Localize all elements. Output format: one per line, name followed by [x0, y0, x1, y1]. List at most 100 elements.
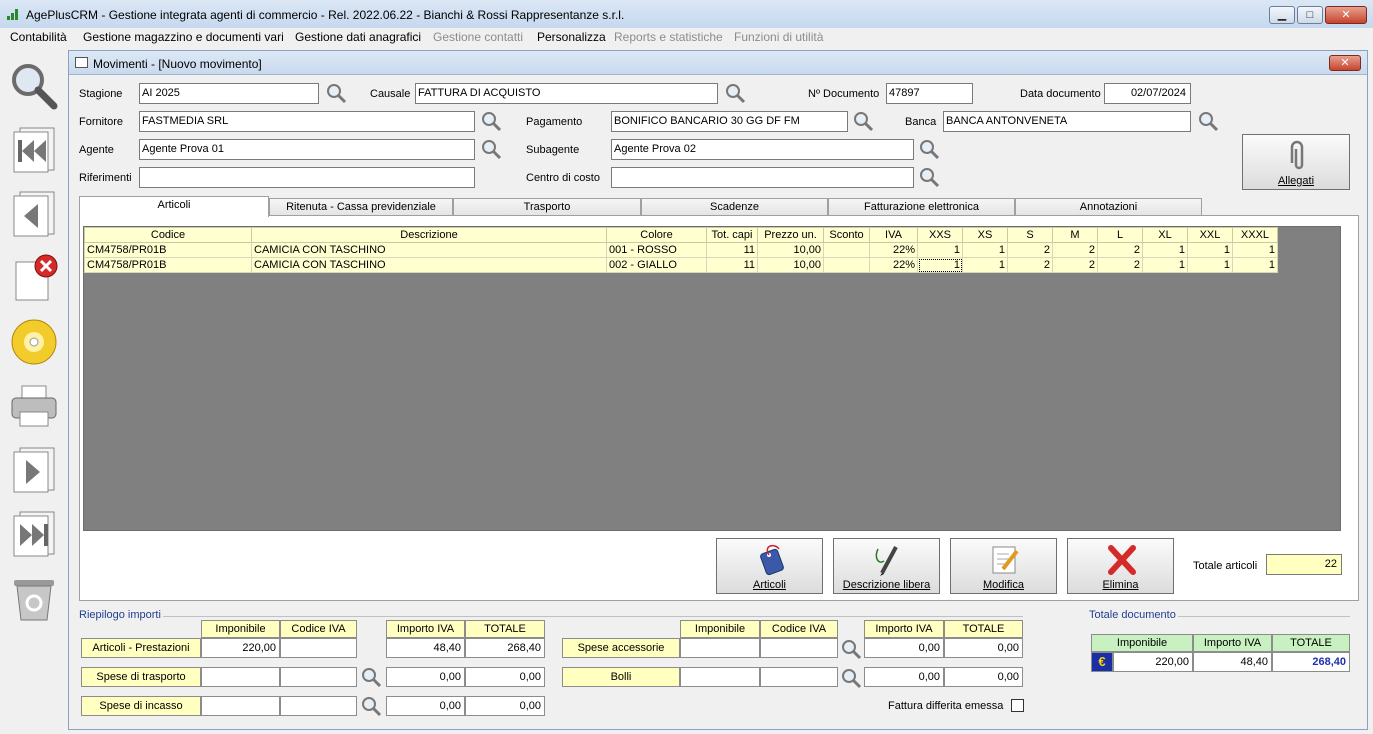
tab-articoli[interactable]: Articoli: [79, 196, 269, 217]
cell-xxl[interactable]: 1: [1187, 242, 1233, 258]
col-l[interactable]: L: [1097, 227, 1143, 243]
cell-sconto[interactable]: [823, 242, 870, 258]
tab-trasporto[interactable]: Trasporto: [453, 198, 641, 216]
menu-personalizza[interactable]: Personalizza: [537, 30, 606, 44]
col-iva[interactable]: IVA: [869, 227, 918, 243]
magnifier-icon[interactable]: [480, 138, 502, 160]
bolli-imponibile[interactable]: [680, 667, 760, 687]
cell-codice[interactable]: CM4758/PR01B: [84, 257, 252, 273]
cell-m[interactable]: 2: [1052, 257, 1098, 273]
magnifier-icon[interactable]: [918, 138, 940, 160]
centro-costo-field[interactable]: [611, 167, 914, 188]
cell-descrizione[interactable]: CAMICIA CON TASCHINO: [251, 257, 607, 273]
tab-scadenze[interactable]: Scadenze: [641, 198, 828, 216]
col-xs[interactable]: XS: [962, 227, 1008, 243]
cell-codice[interactable]: CM4758/PR01B: [84, 242, 252, 258]
col-xxs[interactable]: XXS: [917, 227, 963, 243]
articoli-grid[interactable]: Codice Descrizione Colore Tot. capi Prez…: [83, 226, 1341, 531]
articoli-button[interactable]: Articoli: [716, 538, 823, 594]
cell-iva[interactable]: 22%: [869, 257, 918, 273]
cell-xl[interactable]: 1: [1142, 242, 1188, 258]
tab-annotazioni[interactable]: Annotazioni: [1015, 198, 1202, 216]
cell-l[interactable]: 2: [1097, 242, 1143, 258]
table-row[interactable]: CM4758/PR01B CAMICIA CON TASCHINO 001 - …: [84, 242, 1278, 258]
magnifier-icon[interactable]: [360, 695, 382, 717]
incasso-imponibile[interactable]: [201, 696, 280, 716]
menu-reports[interactable]: Reports e statistiche: [614, 30, 723, 44]
col-prezzo[interactable]: Prezzo un.: [757, 227, 824, 243]
fattura-differita-checkbox[interactable]: [1011, 699, 1024, 712]
magnifier-icon[interactable]: [325, 82, 347, 104]
menu-funzioni-utilita[interactable]: Funzioni di utilità: [734, 30, 823, 44]
menu-gestione-anagrafici[interactable]: Gestione dati anagrafici: [295, 30, 421, 44]
table-row[interactable]: CM4758/PR01B CAMICIA CON TASCHINO 002 - …: [84, 257, 1278, 273]
magnifier-icon[interactable]: [480, 110, 502, 132]
descrizione-libera-button[interactable]: Descrizione libera: [833, 538, 940, 594]
col-colore[interactable]: Colore: [606, 227, 707, 243]
cell-descrizione[interactable]: CAMICIA CON TASCHINO: [251, 242, 607, 258]
cell-xxxl[interactable]: 1: [1232, 257, 1278, 273]
col-xl[interactable]: XL: [1142, 227, 1188, 243]
menu-gestione-contatti[interactable]: Gestione contatti: [433, 30, 523, 44]
first-record-icon[interactable]: [8, 124, 60, 176]
cell-xxs[interactable]: 1: [917, 242, 963, 258]
elimina-button[interactable]: Elimina: [1067, 538, 1174, 594]
subagente-field[interactable]: Agente Prova 02: [611, 139, 914, 160]
col-xxl[interactable]: XXL: [1187, 227, 1233, 243]
col-s[interactable]: S: [1007, 227, 1053, 243]
tab-ritenuta[interactable]: Ritenuta - Cassa previdenziale: [269, 198, 453, 216]
riferimenti-field[interactable]: [139, 167, 475, 188]
accessorie-codice-iva[interactable]: [760, 638, 838, 658]
cell-xxxl[interactable]: 1: [1232, 242, 1278, 258]
cell-m[interactable]: 2: [1052, 242, 1098, 258]
pagamento-field[interactable]: BONIFICO BANCARIO 30 GG DF FM: [611, 111, 848, 132]
magnifier-icon[interactable]: [724, 82, 746, 104]
banca-field[interactable]: BANCA ANTONVENETA: [943, 111, 1191, 132]
ndoc-field[interactable]: 47897: [886, 83, 973, 104]
agente-field[interactable]: Agente Prova 01: [139, 139, 475, 160]
magnifier-icon[interactable]: [918, 166, 940, 188]
recycle-bin-icon[interactable]: [8, 572, 60, 624]
datadoc-field[interactable]: 02/07/2024: [1104, 83, 1191, 104]
menu-contabilita[interactable]: Contabilità: [10, 30, 67, 44]
child-close-button[interactable]: ✕: [1329, 55, 1361, 71]
cell-s[interactable]: 2: [1007, 257, 1053, 273]
trasporto-codice-iva[interactable]: [280, 667, 357, 687]
accessorie-imponibile[interactable]: [680, 638, 760, 658]
magnifier-icon[interactable]: [1197, 110, 1219, 132]
previous-record-icon[interactable]: [8, 188, 60, 240]
cell-tot-capi[interactable]: 11: [706, 257, 758, 273]
save-disc-icon[interactable]: [8, 316, 60, 368]
incasso-codice-iva[interactable]: [280, 696, 357, 716]
tab-fatturazione[interactable]: Fatturazione elettronica: [828, 198, 1015, 216]
last-record-icon[interactable]: [8, 508, 60, 560]
col-descrizione[interactable]: Descrizione: [251, 227, 607, 243]
magnifier-icon[interactable]: [840, 638, 862, 660]
allegati-button[interactable]: Allegati: [1242, 134, 1350, 190]
magnifier-icon[interactable]: [360, 666, 382, 688]
close-button[interactable]: ✕: [1325, 6, 1367, 24]
bolli-codice-iva[interactable]: [760, 667, 838, 687]
printer-icon[interactable]: [8, 380, 60, 432]
menu-gestione-magazzino[interactable]: Gestione magazzino e documenti vari: [83, 30, 284, 44]
maximize-button[interactable]: □: [1297, 6, 1323, 24]
cell-xl[interactable]: 1: [1142, 257, 1188, 273]
delete-record-icon[interactable]: [8, 252, 60, 304]
trasporto-imponibile[interactable]: [201, 667, 280, 687]
col-xxxl[interactable]: XXXL: [1232, 227, 1278, 243]
col-m[interactable]: M: [1052, 227, 1098, 243]
cell-xxl[interactable]: 1: [1187, 257, 1233, 273]
cell-prezzo[interactable]: 10,00: [757, 257, 824, 273]
modifica-button[interactable]: Modifica: [950, 538, 1057, 594]
cell-l[interactable]: 2: [1097, 257, 1143, 273]
cell-s[interactable]: 2: [1007, 242, 1053, 258]
cell-sconto[interactable]: [823, 257, 870, 273]
cell-colore[interactable]: 001 - ROSSO: [606, 242, 707, 258]
cell-colore[interactable]: 002 - GIALLO: [606, 257, 707, 273]
minimize-button[interactable]: ▁: [1269, 6, 1295, 24]
cell-iva[interactable]: 22%: [869, 242, 918, 258]
cell-xs[interactable]: 1: [962, 242, 1008, 258]
cell-prezzo[interactable]: 10,00: [757, 242, 824, 258]
cell-xs[interactable]: 1: [962, 257, 1008, 273]
next-record-icon[interactable]: [8, 444, 60, 496]
